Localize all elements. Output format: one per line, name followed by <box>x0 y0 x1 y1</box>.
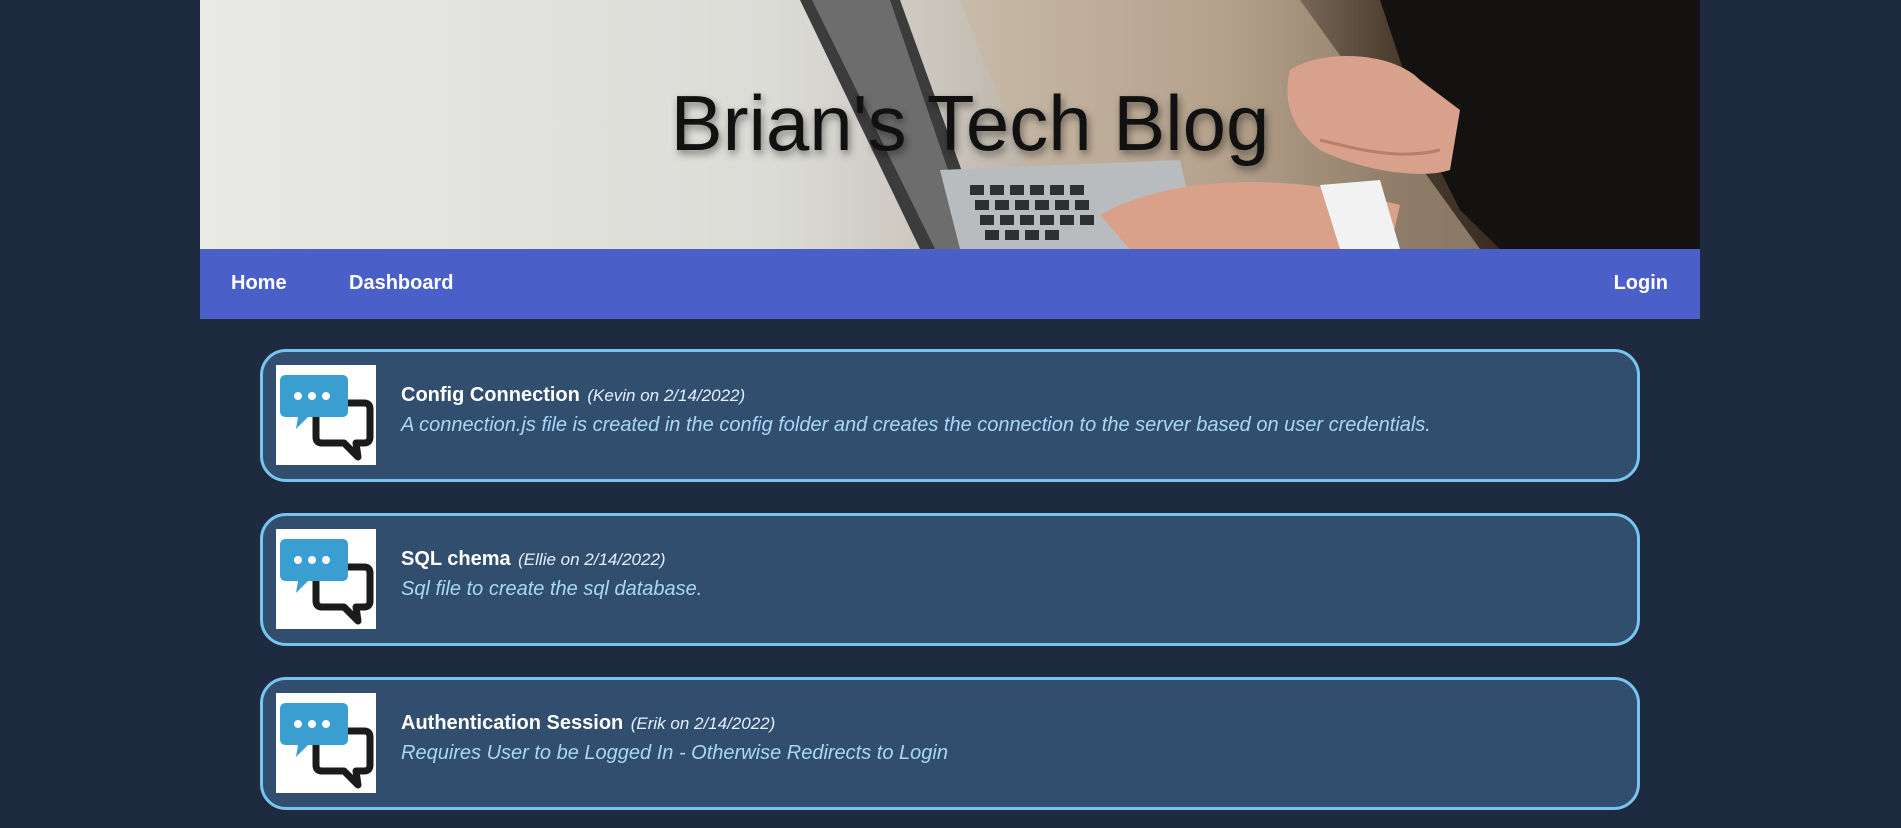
post-card[interactable]: SQL chema (Ellie on 2/14/2022) Sql file … <box>260 513 1640 646</box>
nav-home-link[interactable]: Home <box>231 272 287 295</box>
post-body: Requires User to be Logged In - Otherwis… <box>401 742 948 764</box>
nav-dashboard-link[interactable]: Dashboard <box>349 272 453 295</box>
blog-title: Brian's Tech Blog <box>670 79 1270 167</box>
nav-login-link[interactable]: Login <box>1614 272 1668 295</box>
post-list: Config Connection (Kevin on 2/14/2022) A… <box>260 349 1640 828</box>
chat-bubbles-icon <box>276 365 376 465</box>
post-header: Authentication Session (Erik on 2/14/202… <box>401 712 775 735</box>
chat-bubbles-icon <box>276 529 376 629</box>
navbar: Home Dashboard Login <box>200 249 1700 319</box>
post-body: Sql file to create the sql database. <box>401 578 703 600</box>
post-title[interactable]: SQL chema <box>401 548 511 570</box>
post-header: SQL chema (Ellie on 2/14/2022) <box>401 548 666 571</box>
post-title[interactable]: Config Connection <box>401 384 580 406</box>
post-title[interactable]: Authentication Session <box>401 712 623 734</box>
main-container: Brian's Tech Blog Home Dashboard Login <box>200 0 1700 319</box>
post-meta: (Kevin on 2/14/2022) <box>587 386 746 405</box>
post-card[interactable]: Authentication Session (Erik on 2/14/202… <box>260 677 1640 810</box>
hero-banner: Brian's Tech Blog <box>200 0 1700 249</box>
chat-bubbles-icon <box>276 693 376 793</box>
post-header: Config Connection (Kevin on 2/14/2022) <box>401 384 745 407</box>
post-meta: (Ellie on 2/14/2022) <box>518 550 666 569</box>
page: Brian's Tech Blog Home Dashboard Login C… <box>0 0 1901 828</box>
post-meta: (Erik on 2/14/2022) <box>630 714 776 733</box>
post-card[interactable]: Config Connection (Kevin on 2/14/2022) A… <box>260 349 1640 482</box>
post-body: A connection.js file is created in the c… <box>401 414 1431 436</box>
